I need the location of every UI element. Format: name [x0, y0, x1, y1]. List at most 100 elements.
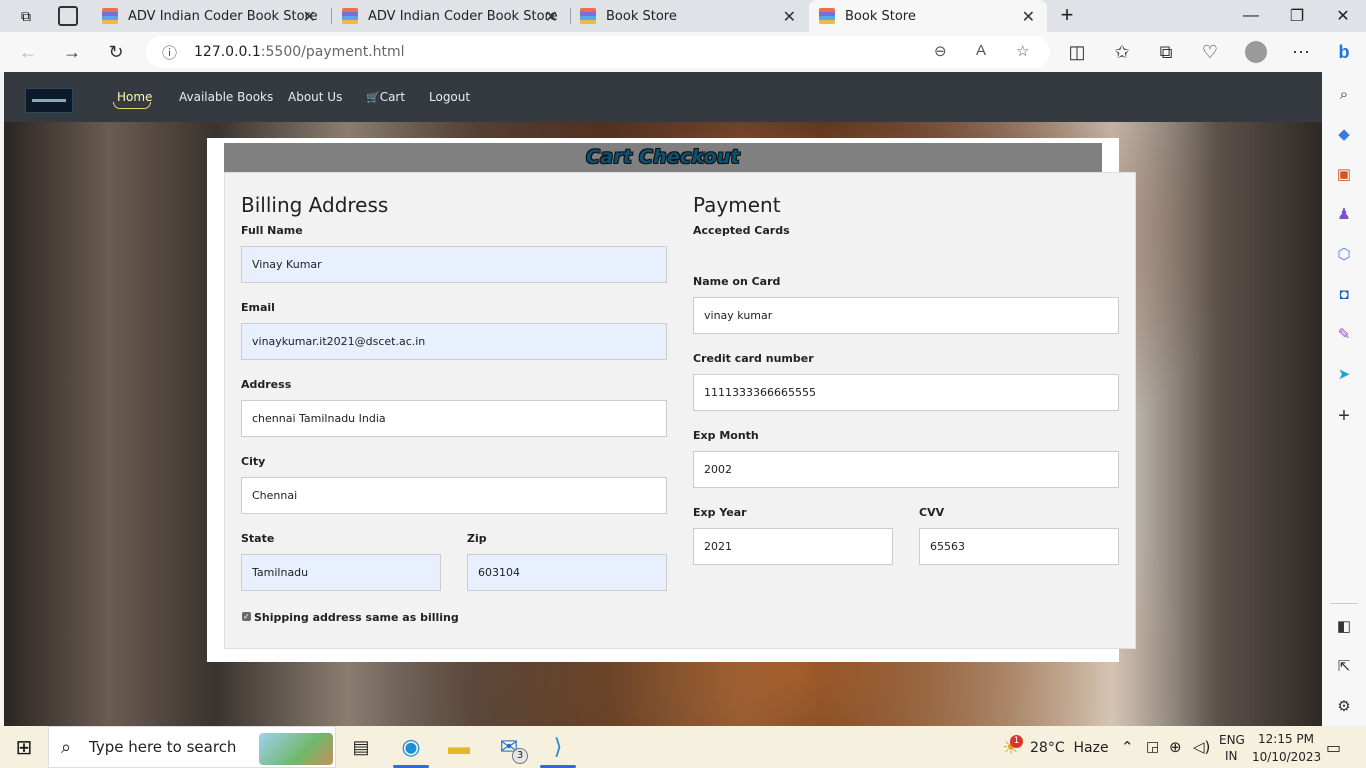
- email-input[interactable]: vinaykumar.it2021@dscet.ac.in: [241, 323, 667, 360]
- settings-gear-icon[interactable]: ⚙: [1334, 696, 1354, 716]
- tab-title: Book Store: [845, 8, 916, 24]
- close-tab-icon[interactable]: ✕: [303, 7, 316, 26]
- site-info-icon[interactable]: ⓘ: [162, 42, 177, 63]
- file-explorer-icon[interactable]: ▬: [444, 732, 474, 762]
- close-tab-icon[interactable]: ✕: [545, 7, 558, 26]
- bookstore-favicon-icon: [102, 8, 118, 24]
- search-icon: ⌕: [61, 736, 72, 757]
- windows-start-icon[interactable]: ⊞: [9, 732, 39, 762]
- checkout-container: Cart Checkout Billing Address Full Name …: [207, 138, 1136, 662]
- name-on-card-input[interactable]: vinay kumar: [693, 297, 1119, 334]
- same-address-checkbox[interactable]: ✓: [242, 612, 251, 621]
- edge-sidebar: ⌕ ◆ ▣ ♟ ⬡ ◘ ✎ ➤ + ◧ ⇱ ⚙: [1322, 72, 1366, 726]
- forward-button[interactable]: →: [56, 36, 88, 68]
- collections-icon[interactable]: ⧉: [1150, 36, 1182, 68]
- nav-available-books[interactable]: Available Books: [179, 90, 273, 104]
- add-sidebar-icon[interactable]: +: [1334, 405, 1354, 427]
- tools-icon[interactable]: ▣: [1334, 164, 1354, 184]
- address-label: Address: [241, 378, 292, 391]
- browser-tab-bar: ⧉ ADV Indian Coder Book Store ✕ ADV Indi…: [0, 0, 1366, 32]
- exp-year-input[interactable]: 2021: [693, 528, 893, 565]
- games-icon[interactable]: ♟: [1334, 204, 1354, 224]
- name-on-card-label: Name on Card: [693, 275, 781, 288]
- read-aloud-icon[interactable]: A: [976, 42, 986, 59]
- state-label: State: [241, 532, 275, 545]
- favorite-star-icon[interactable]: ☆: [1016, 42, 1029, 60]
- zip-input[interactable]: 603104: [467, 554, 667, 591]
- nav-logout[interactable]: Logout: [429, 90, 470, 104]
- network-icon[interactable]: ⊕: [1169, 738, 1182, 756]
- favorites-icon[interactable]: ✩: [1106, 36, 1138, 68]
- tab-actions-icon[interactable]: [58, 6, 78, 26]
- designer-icon[interactable]: ✎: [1334, 324, 1354, 344]
- volume-icon[interactable]: ◁): [1193, 738, 1210, 756]
- zoom-icon[interactable]: ⊖: [934, 42, 947, 60]
- billing-heading: Billing Address: [241, 193, 389, 217]
- copilot-icon[interactable]: b: [1328, 36, 1360, 68]
- open-external-icon[interactable]: ⇱: [1334, 656, 1354, 676]
- exp-month-label: Exp Month: [693, 429, 759, 442]
- task-view-icon[interactable]: ▤: [346, 732, 376, 762]
- tab-title: Book Store: [606, 8, 677, 24]
- tray-chevron-icon[interactable]: ⌃: [1121, 738, 1134, 756]
- minimize-button[interactable]: —: [1228, 0, 1274, 32]
- browser-tab-4-active[interactable]: Book Store ✕: [809, 0, 1047, 32]
- language-bottom[interactable]: IN: [1225, 749, 1238, 763]
- full-name-input[interactable]: Vinay Kumar: [241, 246, 667, 283]
- weather-text[interactable]: 28°C Haze: [1030, 740, 1109, 756]
- search-icon[interactable]: ⌕: [1334, 84, 1354, 104]
- site-navbar: Home Available Books About Us 🛒Cart Logo…: [4, 72, 1322, 122]
- bookstore-favicon-icon: [819, 8, 835, 24]
- full-name-label: Full Name: [241, 224, 303, 237]
- bookstore-favicon-icon: [580, 8, 596, 24]
- card-number-input[interactable]: 1111333366665555: [693, 374, 1119, 411]
- microsoft365-icon[interactable]: ⬡: [1334, 244, 1354, 264]
- meet-icon[interactable]: ◲: [1146, 739, 1159, 755]
- back-button[interactable]: ←: [12, 36, 44, 68]
- search-highlight-image: [259, 733, 333, 765]
- cvv-input[interactable]: 65563: [919, 528, 1119, 565]
- email-label: Email: [241, 301, 275, 314]
- url-text[interactable]: 127.0.0.1:5500/payment.html: [194, 44, 405, 60]
- vscode-icon[interactable]: ⟩: [543, 732, 573, 762]
- page-title: Cart Checkout: [586, 146, 740, 168]
- same-address-label[interactable]: Shipping address same as billing: [254, 611, 459, 624]
- browser-tab-2[interactable]: ADV Indian Coder Book Store ✕: [332, 0, 570, 32]
- close-tab-icon[interactable]: ✕: [783, 7, 796, 26]
- notifications-icon[interactable]: ▭: [1326, 738, 1341, 757]
- clock-time[interactable]: 12:15 PM: [1258, 732, 1314, 746]
- browser-tab-1[interactable]: ADV Indian Coder Book Store ✕: [92, 0, 328, 32]
- new-tab-button[interactable]: +: [1055, 4, 1079, 28]
- browser-essentials-icon[interactable]: ♡: [1194, 36, 1226, 68]
- zip-label: Zip: [467, 532, 487, 545]
- workspaces-icon[interactable]: ⧉: [16, 6, 36, 26]
- edge-taskbar-icon[interactable]: ◉: [396, 732, 426, 762]
- mail-badge: 3: [512, 748, 528, 764]
- more-menu-icon[interactable]: ⋯: [1285, 36, 1317, 68]
- outlook-icon[interactable]: ◘: [1334, 284, 1354, 304]
- close-window-button[interactable]: ✕: [1320, 0, 1366, 32]
- address-input[interactable]: chennai Tamilnadu India: [241, 400, 667, 437]
- browser-tab-3[interactable]: Book Store ✕: [570, 0, 808, 32]
- taskbar-search-box[interactable]: ⌕ Type here to search: [48, 726, 336, 768]
- address-bar[interactable]: ⓘ 127.0.0.1:5500/payment.html ⊖ A ☆: [146, 36, 1050, 68]
- nav-cart[interactable]: 🛒Cart: [366, 90, 405, 104]
- site-logo[interactable]: [25, 88, 73, 113]
- page-viewport: Home Available Books About Us 🛒Cart Logo…: [4, 72, 1322, 726]
- city-input[interactable]: Chennai: [241, 477, 667, 514]
- clock-date[interactable]: 10/10/2023: [1252, 750, 1321, 764]
- close-tab-icon[interactable]: ✕: [1022, 7, 1035, 26]
- hide-sidebar-icon[interactable]: ◧: [1334, 616, 1354, 636]
- restore-button[interactable]: ❐: [1274, 0, 1320, 32]
- split-screen-icon[interactable]: ◫: [1061, 36, 1093, 68]
- refresh-button[interactable]: ↻: [100, 36, 132, 68]
- shopping-icon[interactable]: ◆: [1334, 124, 1354, 144]
- state-input[interactable]: Tamilnadu: [241, 554, 441, 591]
- tab-title: ADV Indian Coder Book Store: [128, 8, 318, 24]
- exp-year-label: Exp Year: [693, 506, 747, 519]
- profile-avatar[interactable]: [1240, 36, 1272, 68]
- language-top[interactable]: ENG: [1219, 733, 1245, 747]
- send-icon[interactable]: ➤: [1334, 364, 1354, 384]
- exp-month-input[interactable]: 2002: [693, 451, 1119, 488]
- nav-about-us[interactable]: About Us: [288, 90, 342, 104]
